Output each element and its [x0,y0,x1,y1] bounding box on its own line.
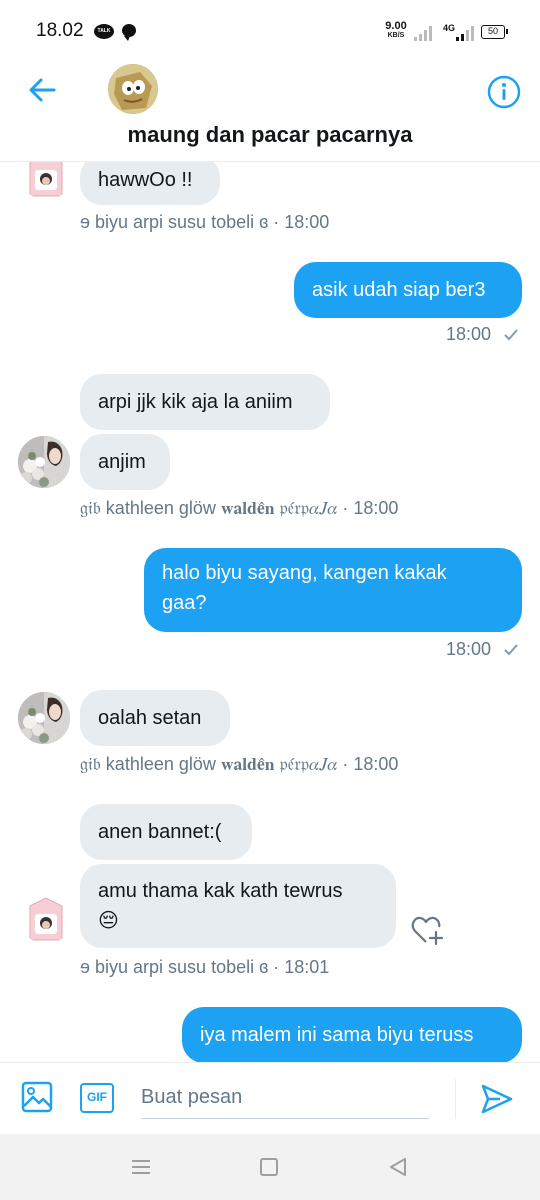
incoming-message-bubble[interactable]: anen bannet:( [80,804,252,860]
incoming-message-bubble[interactable]: amu thama kak kath tewrus 😔 [80,864,396,948]
system-navigation-bar [0,1134,540,1200]
incoming-message-bubble[interactable]: oalah setan [80,690,230,746]
talk-notification-icon: TALK [94,24,114,39]
message-time: 18:00 [446,639,492,659]
sent-check-icon [504,329,518,341]
message-text-line-1: halo biyu sayang, kangen kakak [162,562,447,584]
message-sender-time: ɘ biyu arpi susu tobeli ɞ · 18:00 [80,212,330,232]
send-button[interactable] [480,1082,514,1116]
status-time: 18.02 [36,20,84,41]
heart-plus-icon [411,916,444,946]
incoming-message-bubble[interactable]: anjim [80,434,170,490]
conversation-header: maung dan pacar pacarnya [0,62,540,162]
sender-avatar[interactable] [20,892,72,944]
message-text: oalah setan [98,707,202,729]
back-button[interactable] [26,74,58,106]
signal-strength-icon [456,25,478,41]
message-sender-time: ɘ biyu arpi susu tobeli ɞ · 18:01 [80,957,330,977]
network-type: 4G [443,23,456,33]
message-input[interactable] [141,1077,429,1119]
sent-check-icon [504,644,518,656]
outgoing-message-bubble[interactable]: iya malem ini sama biyu teruss [182,1007,522,1062]
message-sender-time: 𝔤𝔦𝔟 kathleen glöw 𝐰𝐚𝐥𝐝𝐞̂𝐧 𝔭𝔢́𝔯𝔭𝛼𝐽𝛼 · 18:… [80,754,399,774]
home-button[interactable] [260,1158,278,1176]
chat-notification-icon [122,24,136,41]
gif-button[interactable]: GIF [80,1083,114,1113]
message-text: anjim [98,451,146,473]
nav-back-icon [390,1158,406,1176]
incoming-message-bubble[interactable]: arpi jjk kik aja la aniim [80,374,330,430]
composer-divider [455,1079,456,1119]
conversation-avatar[interactable] [108,64,158,114]
outgoing-message-bubble[interactable]: asik udah siap ber3 [294,262,522,318]
message-composer: GIF [0,1062,540,1134]
system-back-button[interactable] [388,1157,408,1177]
sender-avatar[interactable] [18,692,70,744]
add-reaction-button[interactable] [410,914,444,946]
outgoing-message-bubble[interactable]: halo biyu sayang, kangen kakak gaa? [144,548,522,632]
message-time: 18:00 [446,324,492,344]
recent-apps-icon [132,1160,150,1174]
incoming-message-bubble[interactable]: hawwOo !! [80,162,220,205]
info-circle-icon [487,75,521,109]
message-text: asik udah siap ber3 [312,279,486,301]
message-text-line-1: amu thama kak kath tewrus [98,880,343,902]
message-text: anen bannet:( [98,821,222,843]
signal-icon [414,25,436,41]
arrow-left-icon [29,78,56,102]
message-text: arpi jjk kik aja la aniim [98,391,293,413]
image-icon [21,1081,53,1113]
info-button[interactable] [486,74,522,110]
network-speed: 9.00 KB/S [383,20,409,40]
send-icon [481,1084,513,1114]
message-list[interactable]: hawwOo !! ɘ biyu arpi susu tobeli ɞ · 18… [0,162,540,1062]
conversation-title[interactable]: maung dan pacar pacarnya [0,122,540,148]
add-image-button[interactable] [20,1080,54,1114]
message-text: iya malem ini sama biyu teruss [200,1024,474,1046]
message-text: hawwOo !! [98,169,193,191]
emoji-pensive: 😔 [98,910,119,932]
status-bar: 18.02 TALK 9.00 KB/S 4G 50 [0,0,540,62]
sender-avatar[interactable] [20,162,72,200]
network-speed-unit: KB/S [387,32,405,39]
network-speed-value: 9.00 [385,20,407,32]
message-sender-time: 𝔤𝔦𝔟 kathleen glöw 𝐰𝐚𝐥𝐝𝐞̂𝐧 𝔭𝔢́𝔯𝔭𝛼𝐽𝛼 · 18:… [80,498,399,518]
recent-apps-button[interactable] [131,1159,151,1175]
message-text-line-2: gaa? [162,592,207,614]
battery-icon: 50 [481,25,508,39]
sender-avatar[interactable] [18,436,70,488]
